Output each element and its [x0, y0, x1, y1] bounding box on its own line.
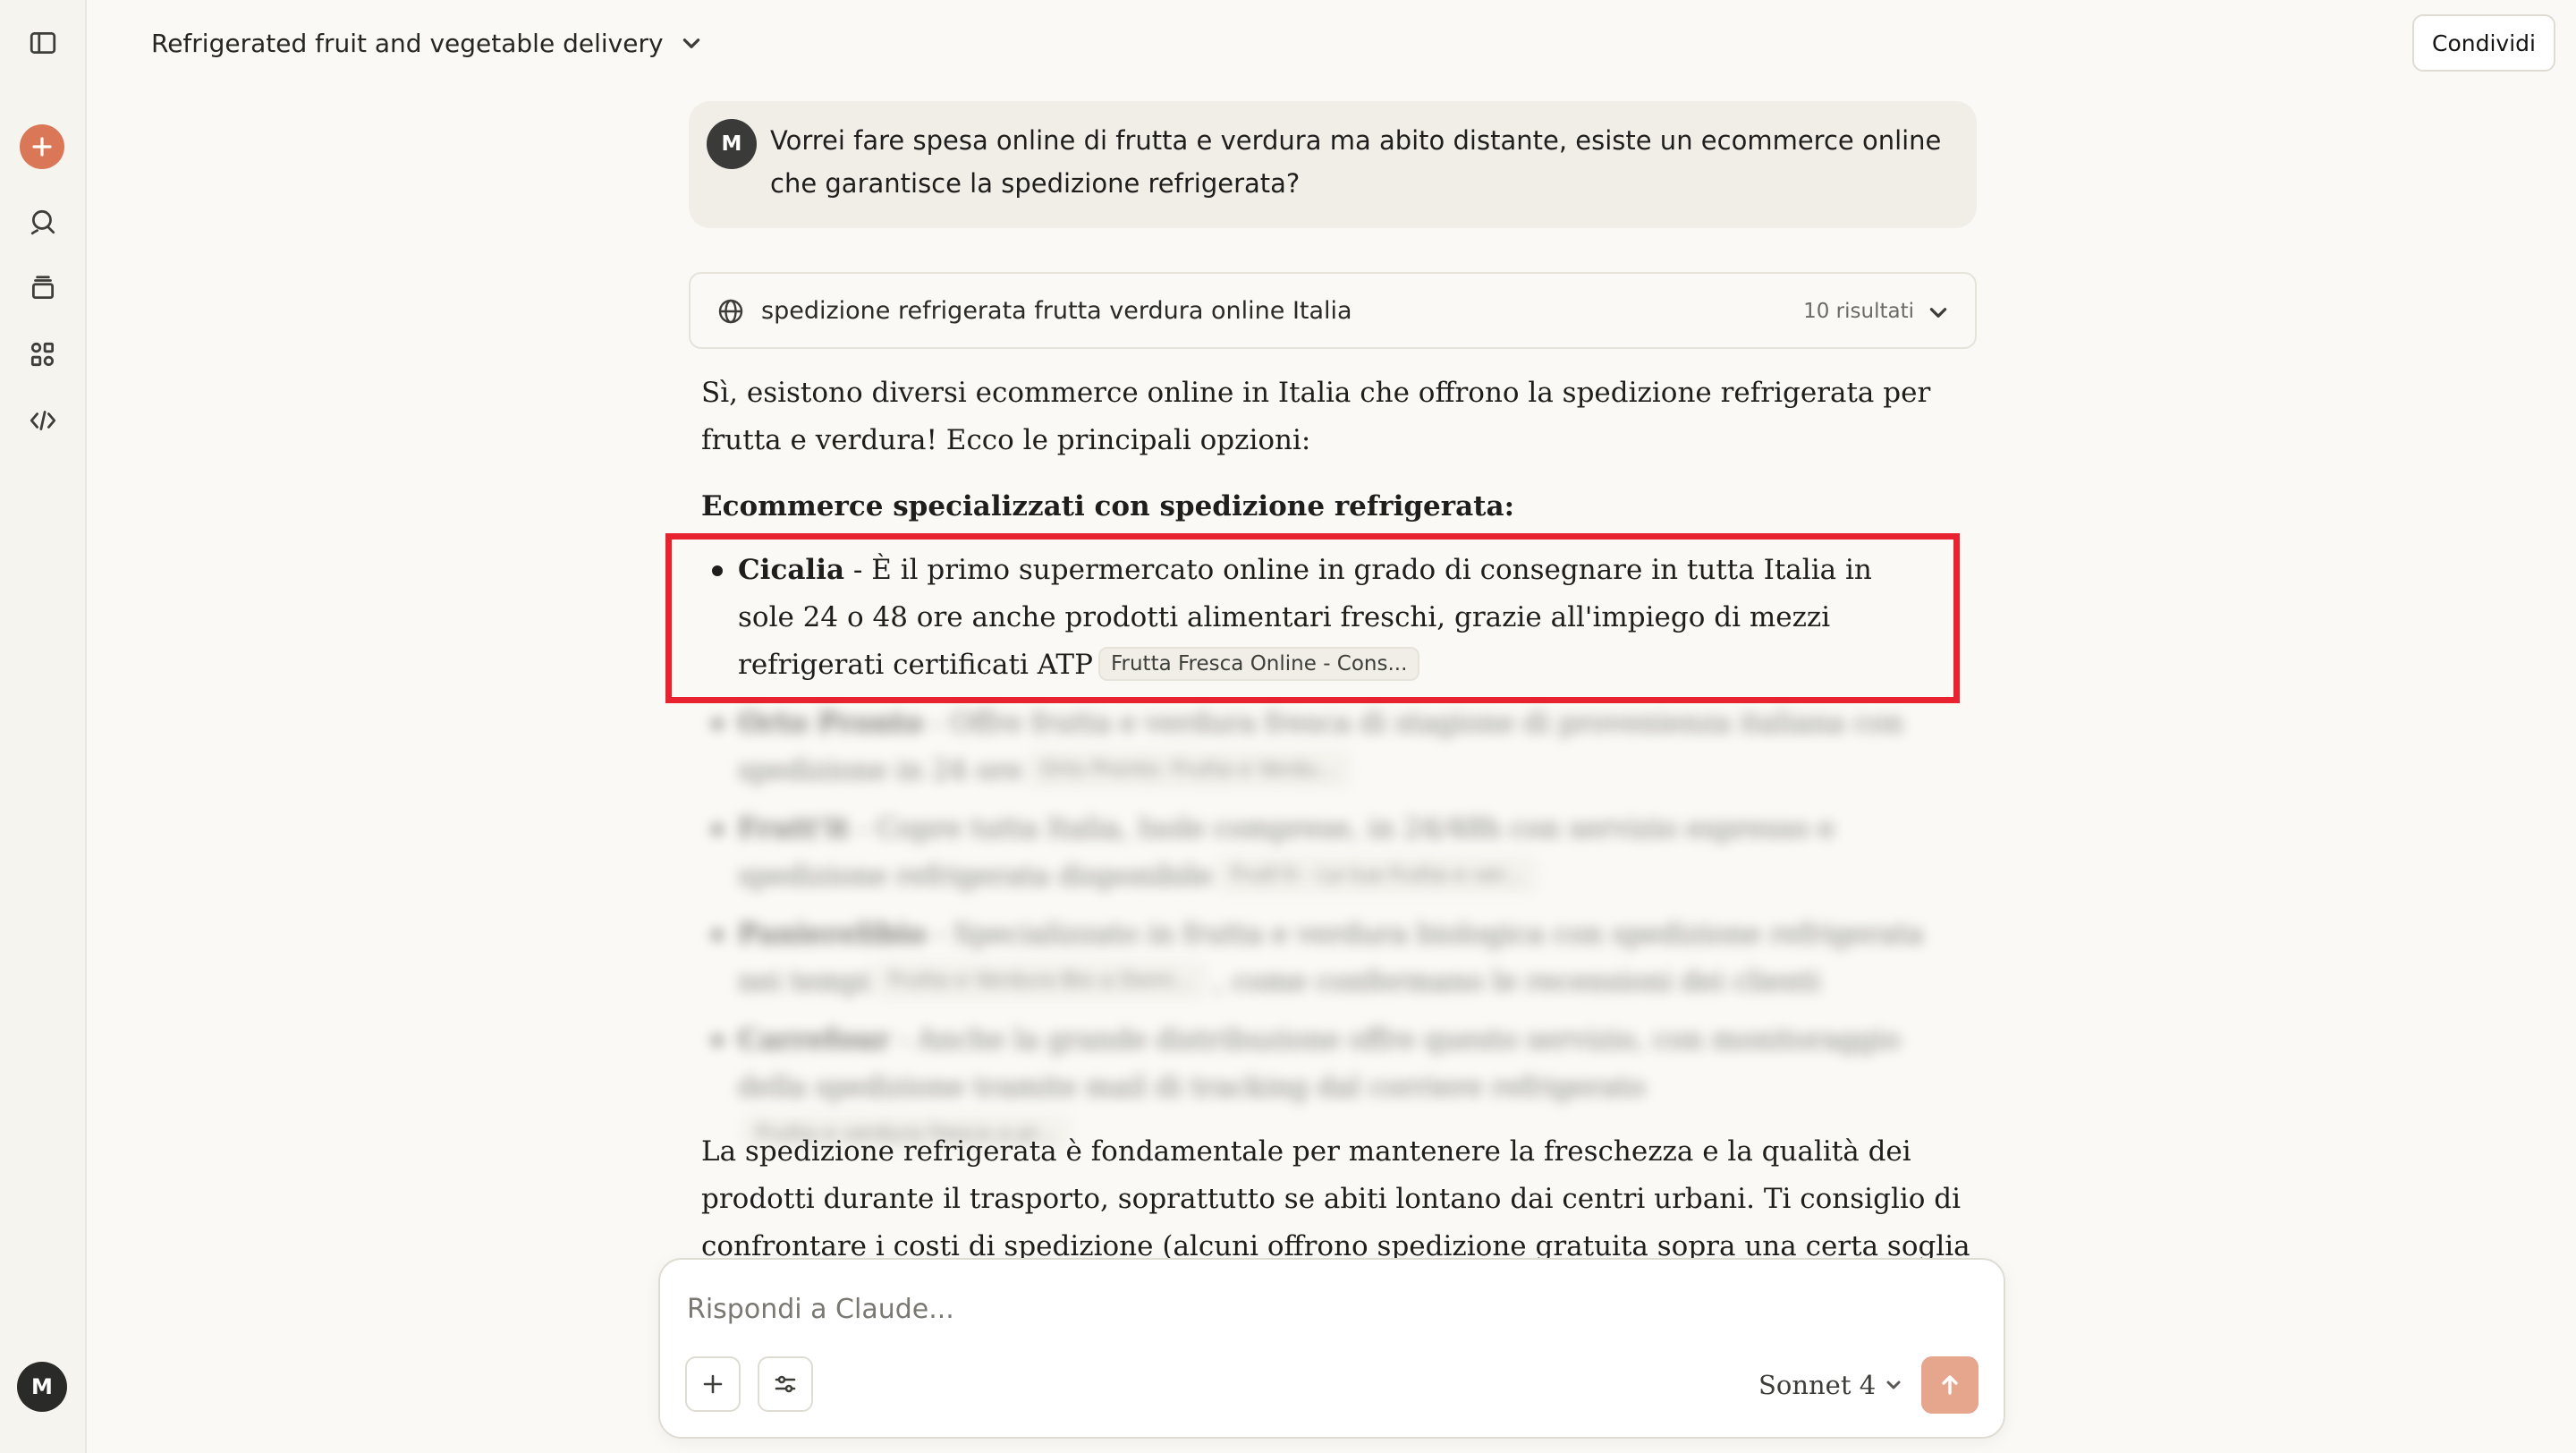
list-item-name: Panierelibio	[738, 918, 927, 950]
bullet-dot	[712, 930, 723, 940]
chevron-down-icon	[1927, 301, 1950, 324]
bullet-dot	[712, 1035, 723, 1046]
chat-title: Refrigerated fruit and vegetable deliver…	[151, 28, 664, 58]
list-item-description: - Anche la grande distribuzione offre qu…	[738, 1024, 1901, 1103]
chevron-down-icon	[682, 38, 699, 48]
plus-icon	[703, 1374, 723, 1394]
bullet-dot	[712, 718, 723, 729]
highlight-box	[665, 533, 1960, 703]
response-outro: La spedizione refrigerata è fondamentale…	[701, 1135, 1970, 1262]
model-selector[interactable]: Sonnet 4	[1758, 1365, 1902, 1405]
list-item-tail: , come confermano le recensioni dei clie…	[1206, 965, 1821, 998]
list-item-name: Carrefour	[738, 1024, 891, 1056]
user-message: M Vorrei fare spesa online di frutta e v…	[689, 101, 1977, 228]
code-icon[interactable]	[21, 399, 64, 442]
citation-chip[interactable]: Frutta e Verdura Bio a Domi...	[876, 964, 1207, 998]
list-item-text: Panierelibio - Specializzato in frutta e…	[738, 911, 1936, 1006]
composer: Sonnet 4	[658, 1258, 2005, 1439]
share-button[interactable]: Condividi	[2412, 14, 2555, 72]
chats-icon[interactable]	[21, 200, 64, 243]
globe-icon	[717, 298, 744, 325]
list-item-text: Frutt'it - Copre tutta Italia, Isole com…	[738, 805, 1936, 900]
citation-chip[interactable]: Orto Pronto: Frutta e Verdu...	[1027, 752, 1350, 786]
web-search-results[interactable]: spedizione refrigerata frutta verdura on…	[689, 272, 1977, 349]
response-intro: Sì, esistono diversi ecommerce online in…	[701, 377, 1931, 456]
list-item-name: Frutt'it	[738, 812, 850, 845]
artifacts-icon[interactable]	[21, 333, 64, 376]
sidebar: M	[0, 0, 87, 1453]
sidebar-toggle-icon[interactable]	[21, 21, 64, 64]
search-results-count: 10 risultati	[1803, 300, 1914, 323]
tools-button[interactable]	[758, 1356, 813, 1412]
response-heading: Ecommerce specializzati con spedizione r…	[701, 490, 1515, 523]
list-item-name: Orto Pronto	[738, 707, 923, 739]
plus-icon	[32, 137, 52, 157]
chevron-down-icon	[1886, 1381, 1901, 1389]
projects-icon[interactable]	[21, 267, 64, 310]
model-label: Sonnet 4	[1758, 1370, 1877, 1400]
citation-chip[interactable]: Frutt'it - La tua frutta e ver...	[1217, 858, 1537, 892]
user-avatar[interactable]: M	[17, 1362, 67, 1412]
new-chat-button[interactable]	[20, 124, 64, 169]
sliders-icon	[775, 1375, 796, 1393]
search-query: spedizione refrigerata frutta verdura on…	[761, 297, 1352, 325]
bullet-dot	[712, 824, 723, 835]
list-item-text: Orto Pronto - Offre frutta e verdura fre…	[738, 700, 1936, 794]
add-attachment-button[interactable]	[685, 1356, 741, 1412]
reply-input[interactable]	[687, 1287, 1939, 1331]
user-message-text: Vorrei fare spesa online di frutta e ver…	[770, 125, 1942, 199]
send-button[interactable]	[1921, 1356, 1979, 1414]
chat-title-dropdown[interactable]: Refrigerated fruit and vegetable deliver…	[151, 23, 703, 63]
arrow-up-icon	[1942, 1375, 1958, 1395]
user-message-avatar: M	[707, 119, 757, 169]
